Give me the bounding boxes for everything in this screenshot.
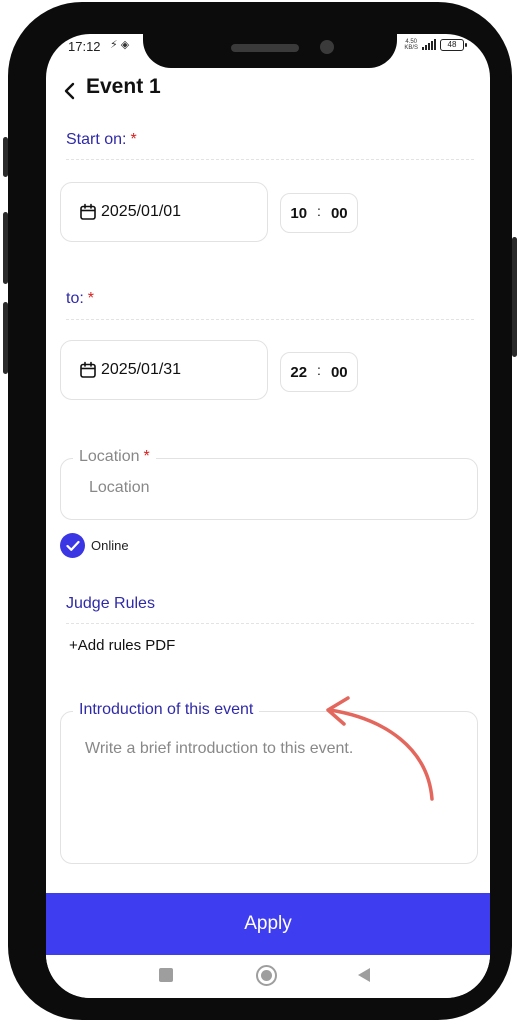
end-time-picker[interactable]: 22 : 00 [280, 352, 358, 392]
end-label: to: [66, 290, 84, 307]
divider [66, 319, 474, 320]
status-time: 17:12 [68, 39, 101, 54]
status-left-icons: ⚡ ◈ [110, 39, 130, 51]
add-rules-pdf-button[interactable]: +Add rules PDF [69, 637, 175, 654]
divider [66, 623, 474, 624]
end-minute[interactable]: 00 [331, 364, 348, 381]
start-label-row: Start on: * [66, 131, 137, 149]
chevron-left-icon [64, 82, 75, 100]
battery-level: 48 [447, 40, 457, 49]
start-label: Start on: [66, 131, 127, 148]
recent-apps-icon[interactable] [159, 968, 173, 982]
online-option[interactable]: Online [60, 533, 129, 558]
back-triangle-icon[interactable] [358, 968, 370, 982]
required-marker: * [143, 448, 150, 465]
network-speed-unit: KB/S [404, 45, 418, 51]
location-legend: Location * [73, 448, 156, 466]
end-date-picker[interactable]: 2025/01/31 [60, 340, 268, 400]
start-time-picker[interactable]: 10 : 00 [280, 193, 358, 233]
time-separator: : [317, 362, 321, 378]
apply-button[interactable]: Apply [46, 893, 490, 955]
location-field[interactable]: Location * [60, 448, 478, 520]
divider [66, 159, 474, 160]
camera-notch [143, 34, 397, 68]
phone-side-button [3, 137, 8, 177]
introduction-label: Introduction of this event [73, 701, 260, 719]
location-input[interactable] [89, 479, 449, 497]
start-date-value: 2025/01/01 [101, 203, 182, 220]
front-camera [320, 40, 334, 54]
online-label: Online [91, 538, 129, 553]
phone-side-button [3, 302, 8, 374]
app-screen: 17:12 ⚡ ◈ 4.50 KB/S 48 Event 1 Start on:… [46, 34, 490, 998]
home-icon[interactable] [256, 965, 277, 986]
calendar-icon [80, 203, 96, 220]
phone-frame: 17:12 ⚡ ◈ 4.50 KB/S 48 Event 1 Start on:… [3, 2, 517, 1020]
start-hour[interactable]: 10 [290, 205, 307, 222]
required-marker: * [130, 131, 137, 148]
judge-rules-label: Judge Rules [66, 595, 155, 612]
annotation-arrow-icon [326, 696, 434, 801]
page-title: Event 1 [86, 75, 161, 98]
end-label-row: to: * [66, 290, 94, 308]
required-marker: * [87, 290, 95, 307]
speaker-grille [231, 44, 299, 52]
time-separator: : [317, 203, 321, 219]
start-date-picker[interactable]: 2025/01/01 [60, 182, 268, 242]
end-hour[interactable]: 22 [290, 364, 307, 381]
back-button[interactable] [56, 78, 82, 104]
phone-side-button [512, 237, 517, 357]
calendar-icon [80, 361, 96, 378]
network-speed: 4.50 KB/S [404, 39, 418, 51]
signal-icon [422, 39, 436, 50]
start-minute[interactable]: 00 [331, 205, 348, 222]
phone-side-button [3, 212, 8, 284]
status-right-group: 4.50 KB/S 48 [404, 39, 467, 51]
battery-icon: 48 [440, 39, 467, 51]
location-label: Location [79, 448, 140, 465]
online-checkbox[interactable] [60, 533, 85, 558]
end-date-value: 2025/01/31 [101, 361, 182, 378]
checkmark-icon [65, 540, 80, 551]
system-nav-bar [46, 955, 490, 998]
